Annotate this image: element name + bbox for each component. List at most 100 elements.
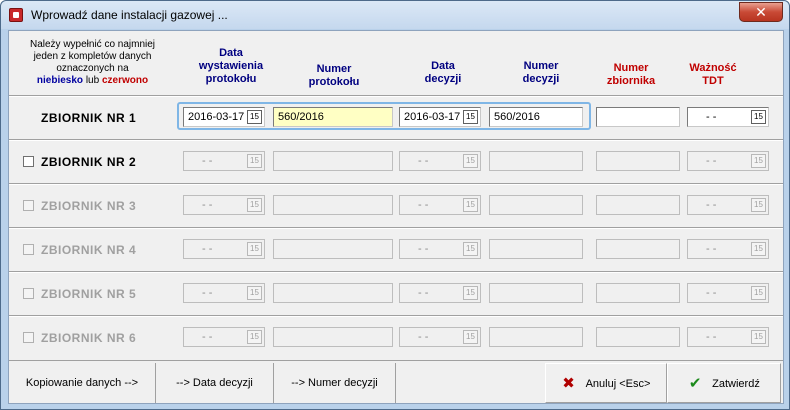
- header-line: TDT: [702, 75, 724, 87]
- date-value: - -: [418, 199, 429, 211]
- header-numer-protokolu: Numer protokołu: [279, 63, 389, 89]
- copy-to-data-decyzji-button[interactable]: --> Data decyzji: [156, 363, 274, 403]
- header-line: Numer: [613, 62, 649, 74]
- tank-row-label: ZBIORNIK NR 3: [41, 199, 137, 213]
- instruction-note: Należy wypełnić co najmniej jeden z komp…: [15, 39, 170, 87]
- header-data-decyzji: Data decyzji: [403, 60, 483, 86]
- data-decyzji-date-field[interactable]: 2016-03-17 15: [399, 107, 481, 127]
- header-line: Numer: [316, 63, 352, 75]
- header-waznosc-tdt: Ważność TDT: [677, 62, 749, 88]
- window-title: Wprowadź dane instalacji gazowej ...: [31, 8, 228, 22]
- data-decyzji-date-field: - - 15: [399, 239, 481, 259]
- note-red-word: czerwono: [101, 75, 149, 86]
- header-line: zbiornika: [606, 75, 656, 87]
- tank-row-checkbox: [23, 288, 34, 299]
- header-line: protokołu: [308, 76, 360, 88]
- date-value: - -: [418, 331, 429, 343]
- calendar-icon[interactable]: 15: [751, 110, 766, 124]
- copy-to-numer-decyzji-button[interactable]: --> Numer decyzji: [274, 363, 396, 403]
- numer-protokolu-field[interactable]: 560/2016: [273, 107, 393, 127]
- tank-row-checkbox: [23, 244, 34, 255]
- title-bar[interactable]: Wprowadź dane instalacji gazowej ... ✕: [1, 1, 789, 29]
- tank-row-label: ZBIORNIK NR 2: [41, 155, 137, 169]
- date-value: - -: [706, 111, 717, 123]
- note-or-word: lub: [85, 75, 100, 86]
- numer-decyzji-field: [489, 195, 583, 215]
- column-header-area: Należy wypełnić co najmniej jeden z komp…: [9, 31, 783, 95]
- copy-data-label: Kopiowanie danych -->: [9, 363, 156, 403]
- tank-row-checkbox: [23, 200, 34, 211]
- numer-zbiornika-field: [596, 195, 680, 215]
- numer-decyzji-field[interactable]: 560/2016: [489, 107, 583, 127]
- date-value: - -: [418, 287, 429, 299]
- calendar-icon: 15: [751, 286, 766, 300]
- dialog-body: Należy wypełnić co najmniej jeden z komp…: [8, 30, 784, 404]
- confirm-label: Zatwierdź: [712, 378, 760, 390]
- numer-protokolu-field: [273, 195, 393, 215]
- confirm-button[interactable]: ✔ Zatwierdź: [667, 363, 781, 403]
- numer-zbiornika-field[interactable]: [596, 107, 680, 127]
- calendar-icon: 15: [247, 330, 262, 344]
- header-line: Ważność: [689, 62, 737, 74]
- numer-zbiornika-field: [596, 239, 680, 259]
- date-value: - -: [706, 155, 717, 167]
- waznosc-tdt-date-field: - - 15: [687, 239, 769, 259]
- header-data-wystawienia: Data wystawienia protokołu: [191, 47, 271, 86]
- cancel-label: Anuluj <Esc>: [585, 378, 651, 390]
- calendar-icon: 15: [751, 198, 766, 212]
- numer-protokolu-field: [273, 283, 393, 303]
- date-value: - -: [418, 155, 429, 167]
- data-decyzji-date-field: - - 15: [399, 195, 481, 215]
- tank-row-6: ZBIORNIK NR 6 - - 15 - - 15 - - 15: [9, 317, 783, 361]
- date-value: 2016-03-17: [404, 111, 461, 123]
- calendar-icon: 15: [751, 242, 766, 256]
- header-line: decyzji: [522, 73, 560, 85]
- numer-protokolu-field: [273, 151, 393, 171]
- numer-zbiornika-field: [596, 151, 680, 171]
- numer-decyzji-field: [489, 327, 583, 347]
- waznosc-tdt-date-field: - - 15: [687, 283, 769, 303]
- date-value: - -: [202, 199, 213, 211]
- header-line: Data: [219, 47, 243, 59]
- waznosc-tdt-date-field[interactable]: - - 15: [687, 107, 769, 127]
- data-decyzji-date-field: - - 15: [399, 283, 481, 303]
- numer-decyzji-field: [489, 283, 583, 303]
- waznosc-tdt-date-field: - - 15: [687, 195, 769, 215]
- date-value: - -: [202, 243, 213, 255]
- tank-row-checkbox[interactable]: [23, 156, 34, 167]
- tank-row-3: ZBIORNIK NR 3 - - 15 - - 15 - - 15: [9, 185, 783, 229]
- date-value: - -: [706, 287, 717, 299]
- app-icon: [9, 8, 23, 22]
- data-wystawienia-date-field: - - 15: [183, 239, 265, 259]
- tank-row-2: ZBIORNIK NR 2 - - 15 - - 15 - - 15: [9, 141, 783, 185]
- note-line-4: niebiesko lub czerwono: [15, 75, 170, 87]
- calendar-icon[interactable]: 15: [247, 110, 262, 124]
- cancel-button[interactable]: ✖ Anuluj <Esc>: [545, 363, 667, 403]
- tank-row-1: ZBIORNIK NR 1 2016-03-17 15 560/2016 2016-03…: [9, 97, 783, 141]
- numer-protokolu-field: [273, 327, 393, 347]
- date-value: - -: [418, 243, 429, 255]
- calendar-icon: 15: [751, 154, 766, 168]
- calendar-icon: 15: [463, 154, 478, 168]
- numer-zbiornika-field: [596, 327, 680, 347]
- date-value: - -: [202, 331, 213, 343]
- date-value: - -: [706, 199, 717, 211]
- calendar-icon[interactable]: 15: [463, 110, 478, 124]
- tank-row-4: ZBIORNIK NR 4 - - 15 - - 15 - - 15: [9, 229, 783, 273]
- calendar-icon: 15: [247, 286, 262, 300]
- data-wystawienia-date-field[interactable]: 2016-03-17 15: [183, 107, 265, 127]
- x-icon: ✖: [562, 375, 575, 393]
- tank-row-checkbox: [23, 332, 34, 343]
- note-line-3: oznaczonych na: [56, 63, 129, 74]
- date-value: - -: [706, 243, 717, 255]
- header-numer-decyzji: Numer decyzji: [495, 60, 587, 86]
- calendar-icon: 15: [247, 154, 262, 168]
- note-blue-word: niebiesko: [36, 75, 84, 86]
- tank-row-label: ZBIORNIK NR 4: [41, 243, 137, 257]
- close-button[interactable]: ✕: [739, 2, 783, 22]
- date-value: - -: [202, 155, 213, 167]
- dialog-window: Wprowadź dane instalacji gazowej ... ✕ N…: [0, 0, 790, 410]
- data-wystawienia-date-field: - - 15: [183, 151, 265, 171]
- data-decyzji-date-field: - - 15: [399, 327, 481, 347]
- data-wystawienia-date-field: - - 15: [183, 327, 265, 347]
